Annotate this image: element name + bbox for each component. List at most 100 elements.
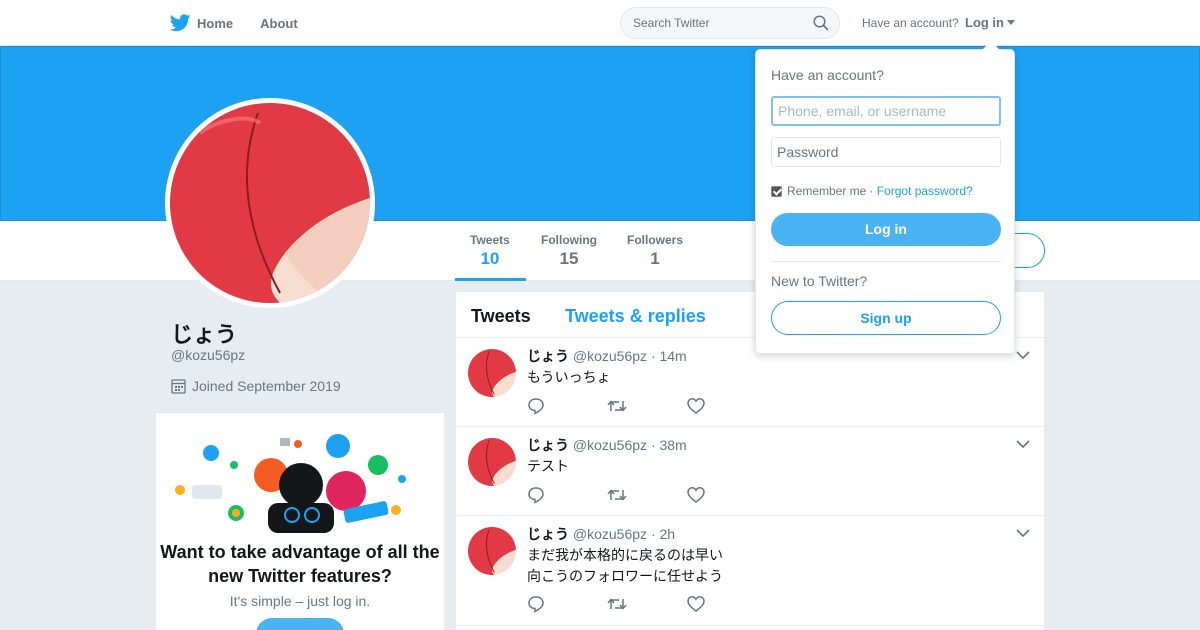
- reply-button[interactable]: [527, 397, 607, 420]
- profile-handle: @kozu56pz: [171, 347, 246, 363]
- remember-row: Remember me · Forgot password?: [771, 184, 973, 198]
- search-input[interactable]: [621, 8, 801, 38]
- search-icon[interactable]: [813, 15, 829, 31]
- have-account-text: Have an account?: [862, 16, 959, 30]
- like-button[interactable]: [687, 486, 767, 509]
- active-stat-indicator: [455, 278, 526, 281]
- tweet-text-line: テスト: [527, 458, 569, 474]
- retweet-icon: [607, 489, 627, 501]
- profile-avatar[interactable]: [165, 98, 375, 308]
- login-menu-toggle[interactable]: Log in: [965, 15, 1015, 30]
- joined-text: Joined September 2019: [192, 378, 341, 394]
- retweet-button[interactable]: [607, 595, 687, 618]
- promo-illustration: [175, 434, 406, 533]
- promo-title: Want to take advantage of all the new Tw…: [160, 542, 440, 586]
- signup-button[interactable]: Sign up: [771, 301, 1001, 335]
- remember-checkbox[interactable]: [771, 185, 782, 197]
- tweet-time[interactable]: · 14m: [651, 348, 687, 364]
- chevron-down-icon[interactable]: [1016, 439, 1030, 449]
- retweet-icon: [607, 400, 627, 412]
- nav-home-label: Home: [197, 15, 234, 31]
- stat-following[interactable]: Following 15: [541, 233, 597, 269]
- promo-login-button[interactable]: [256, 618, 344, 630]
- tweet-avatar[interactable]: [468, 349, 516, 397]
- tweet-header: じょう @kozu56pz · 38m: [527, 435, 687, 455]
- tweet-text: テスト: [527, 456, 569, 477]
- tweet[interactable]: じょう @kozu56pz · 38m テスト: [456, 427, 1044, 516]
- like-button[interactable]: [687, 397, 767, 420]
- reply-icon: [528, 398, 544, 415]
- stat-followers[interactable]: Followers 1: [627, 233, 683, 269]
- tweet-text-line: もういっちょ: [527, 369, 611, 385]
- avatar-image: [170, 103, 370, 303]
- username-field[interactable]: [771, 96, 1001, 126]
- tweet-time[interactable]: · 38m: [651, 437, 687, 453]
- retweet-button[interactable]: [607, 486, 687, 509]
- profile-name: じょう: [171, 322, 238, 347]
- reply-icon: [528, 487, 544, 504]
- avatar-image: [468, 349, 516, 397]
- avatar-image: [468, 527, 516, 575]
- stat-tweets-value: 10: [480, 249, 500, 268]
- stat-tweets-label: Tweets: [470, 233, 510, 247]
- chevron-down-icon[interactable]: [1016, 528, 1030, 538]
- tweet-avatar[interactable]: [468, 438, 516, 486]
- tweet-author-name[interactable]: じょう: [527, 437, 569, 453]
- login-menu-label: Log in: [965, 15, 1004, 30]
- heart-icon: [687, 596, 705, 612]
- password-field[interactable]: [771, 137, 1001, 167]
- nav-home[interactable]: Home: [170, 14, 233, 32]
- tweet-actions: [527, 595, 767, 618]
- stat-tweets[interactable]: Tweets 10: [470, 233, 510, 269]
- retweet-button[interactable]: [607, 397, 687, 420]
- joined-date: Joined September 2019: [171, 378, 341, 394]
- tweet-text-line: まだ我が本格的に戻るのは早い: [527, 547, 723, 563]
- tweet-text: もういっちょ: [527, 367, 611, 388]
- login-dropdown: Have an account? Remember me · Forgot pa…: [755, 41, 1015, 354]
- calendar-icon: [171, 379, 186, 394]
- nav-about-label: About: [260, 15, 298, 31]
- chevron-down-icon[interactable]: [1016, 350, 1030, 360]
- dropdown-arrow: [982, 41, 1000, 50]
- reply-icon: [528, 596, 544, 613]
- heart-icon: [687, 487, 705, 503]
- reply-button[interactable]: [527, 595, 607, 618]
- remember-label: Remember me: [787, 184, 867, 198]
- stat-followers-label: Followers: [627, 233, 684, 247]
- top-navigation: Home About Have an account? Log in: [0, 0, 1200, 46]
- search-box: [620, 7, 840, 39]
- nav-about[interactable]: About: [260, 16, 298, 31]
- avatar-image: [468, 438, 516, 486]
- stat-following-value: 15: [559, 249, 579, 268]
- twitter-bird-icon: [170, 14, 191, 32]
- tweet-author-name[interactable]: じょう: [527, 526, 569, 542]
- login-promo-card: Want to take advantage of all the new Tw…: [156, 413, 444, 630]
- tweet-avatar[interactable]: [468, 527, 516, 575]
- tweet-author-name[interactable]: じょう: [527, 348, 569, 364]
- tweet-actions: [527, 397, 767, 420]
- tab-tweets-replies[interactable]: Tweets & replies: [565, 306, 706, 327]
- tweet-time[interactable]: · 2h: [651, 526, 675, 542]
- new-to-twitter-text: New to Twitter?: [771, 273, 868, 289]
- promo-subtitle: It's simple – just log in.: [229, 593, 371, 609]
- dropdown-title: Have an account?: [771, 67, 884, 83]
- nav-links: Home About: [170, 0, 325, 46]
- stat-following-label: Following: [541, 233, 597, 247]
- retweet-icon: [607, 598, 627, 610]
- tweet-author-handle[interactable]: @kozu56pz: [573, 526, 647, 542]
- tweet-text-line: 向こうのフォロワーに任せよう: [527, 568, 723, 584]
- tweet-header: じょう @kozu56pz · 2h: [527, 524, 675, 544]
- heart-icon: [687, 398, 705, 414]
- tweet[interactable]: じょう @kozu56pz · 2h まだ我が本格的に戻るのは早い 向こうのフォ…: [456, 516, 1044, 626]
- login-button[interactable]: Log in: [771, 213, 1001, 246]
- tweet-author-handle[interactable]: @kozu56pz: [573, 348, 647, 364]
- tweet-header: じょう @kozu56pz · 14m: [527, 346, 687, 366]
- tweet-author-handle[interactable]: @kozu56pz: [573, 437, 647, 453]
- reply-button[interactable]: [527, 486, 607, 509]
- forgot-password-link[interactable]: · Forgot password?: [869, 184, 972, 198]
- caret-down-icon: [1007, 20, 1015, 25]
- like-button[interactable]: [687, 595, 767, 618]
- tab-tweets[interactable]: Tweets: [471, 306, 531, 327]
- stat-followers-value: 1: [650, 249, 660, 268]
- divider: [771, 261, 1001, 262]
